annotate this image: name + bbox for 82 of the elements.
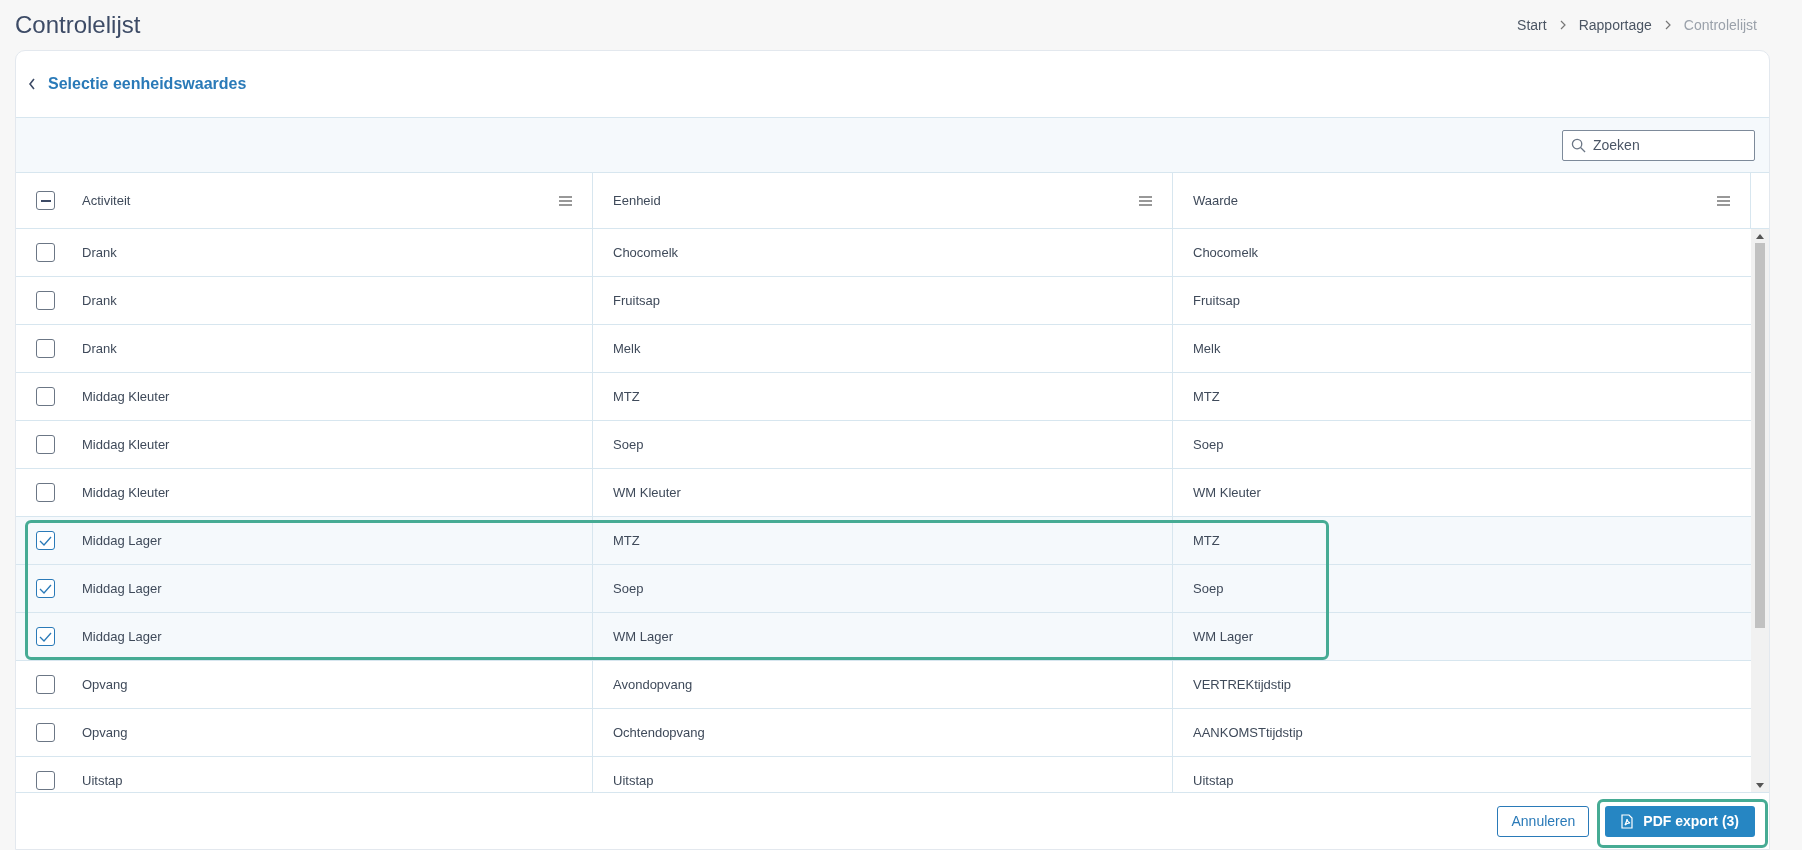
table-cell-text: WM Lager	[613, 627, 673, 646]
table-row[interactable]: Middag Kleuter Soep Soep	[16, 421, 1751, 469]
chevron-right-icon	[1663, 20, 1672, 30]
table-cell-text: Chocomelk	[1193, 243, 1259, 262]
column-header[interactable]: Waarde	[1193, 190, 1239, 211]
table-cell-text: Opvang	[82, 675, 128, 694]
checkbox[interactable]	[36, 531, 55, 550]
checkbox[interactable]	[36, 191, 55, 210]
table-cell-text: Uitstap	[613, 771, 654, 790]
table-cell-text: Fruitsap	[613, 291, 660, 310]
table-row[interactable]: Middag Lager MTZ MTZ	[16, 517, 1751, 565]
table-cell-text: Ochtendopvang	[613, 723, 705, 742]
table-row[interactable]: Opvang Ochtendopvang AANKOMSTtijdstip	[16, 709, 1751, 757]
cancel-button[interactable]: Annuleren	[1497, 805, 1590, 837]
chevron-right-icon	[1558, 20, 1567, 30]
table-cell-text: Fruitsap	[1193, 291, 1240, 310]
table-row[interactable]: Middag Lager WM Lager WM Lager	[16, 613, 1751, 661]
table-cell-text: Soep	[1193, 435, 1224, 454]
checkbox[interactable]	[36, 387, 55, 406]
scrollbar[interactable]	[1751, 229, 1769, 792]
table-cell-text: MTZ	[613, 531, 640, 550]
table-row[interactable]: Middag Kleuter MTZ MTZ	[16, 373, 1751, 421]
table-cell-text: Melk	[613, 339, 641, 358]
checkbox[interactable]	[36, 435, 55, 454]
table-row[interactable]: Drank Fruitsap Fruitsap	[16, 277, 1751, 325]
table-cell-text: Middag Kleuter	[82, 387, 170, 406]
checkbox[interactable]	[36, 771, 55, 790]
table-row[interactable]: Middag Lager Soep Soep	[16, 565, 1751, 613]
column-header[interactable]: Activiteit	[82, 190, 131, 211]
search-field[interactable]: Zoeken	[1562, 129, 1755, 161]
table-cell-text: WM Kleuter	[1193, 483, 1261, 502]
checkbox[interactable]	[36, 483, 55, 502]
menu-icon[interactable]	[1139, 195, 1152, 206]
table-cell-text: MTZ	[1193, 387, 1220, 406]
table-cell-text: Soep	[1193, 579, 1224, 598]
table-cell-text: Middag Lager	[82, 531, 162, 550]
table-cell-text: Middag Kleuter	[82, 435, 170, 454]
checkbox[interactable]	[36, 243, 55, 262]
export-button[interactable]: PDF export (3)	[1605, 805, 1755, 837]
checkbox[interactable]	[36, 579, 55, 598]
table-cell-text: Chocomelk	[613, 243, 679, 262]
table-cell-text: WM Kleuter	[613, 483, 681, 502]
back-link[interactable]: Selectie eenheidswaardes	[26, 72, 249, 96]
table-cell-text: Opvang	[82, 723, 128, 742]
scrollbar-thumb[interactable]	[1755, 243, 1765, 628]
scroll-up-arrow-icon[interactable]	[1756, 233, 1764, 239]
checkbox[interactable]	[36, 291, 55, 310]
table-row[interactable]: Drank Chocomelk Chocomelk	[16, 229, 1751, 277]
breadcrumb-link[interactable]: Start	[1517, 14, 1547, 36]
checkbox[interactable]	[36, 339, 55, 358]
table-cell-text: MTZ	[1193, 531, 1220, 550]
breadcrumb-link[interactable]: Rapportage	[1578, 14, 1652, 36]
table-cell-text: Drank	[82, 291, 117, 310]
table-cell-text: MTZ	[613, 387, 640, 406]
checkbox[interactable]	[36, 675, 55, 694]
table-row[interactable]: Middag Kleuter WM Kleuter WM Kleuter	[16, 469, 1751, 517]
chevron-left-icon	[28, 78, 36, 90]
table-cell-text: Soep	[613, 435, 644, 454]
scroll-down-arrow-icon[interactable]	[1756, 782, 1764, 788]
table-cell-text: Uitstap	[1193, 771, 1234, 790]
checkbox[interactable]	[36, 723, 55, 742]
column-header[interactable]: Eenheid	[613, 190, 661, 211]
table-cell-text: Melk	[1193, 339, 1221, 358]
table-cell-text: Middag Lager	[82, 627, 162, 646]
table-cell-text: AANKOMSTtijdstip	[1193, 723, 1303, 742]
table-cell-text: Drank	[82, 339, 117, 358]
pdf-file-icon	[1621, 813, 1634, 829]
table-row[interactable]: Drank Melk Melk	[16, 325, 1751, 373]
menu-icon[interactable]	[1717, 195, 1730, 206]
table-cell-text: Avondopvang	[613, 675, 693, 694]
table-cell-text: Middag Lager	[82, 579, 162, 598]
table-row[interactable]: Opvang Avondopvang VERTREKtijdstip	[16, 661, 1751, 709]
page-title: Controlelijst	[15, 10, 141, 40]
search-icon	[1571, 137, 1586, 153]
checkbox[interactable]	[36, 627, 55, 646]
table-cell-text: VERTREKtijdstip	[1193, 675, 1291, 694]
table-cell-text: WM Lager	[1193, 627, 1253, 646]
menu-icon[interactable]	[559, 195, 572, 206]
table-cell-text: Middag Kleuter	[82, 483, 170, 502]
table-cell-text: Drank	[82, 243, 117, 262]
table-cell-text: Uitstap	[82, 771, 123, 790]
table-cell-text: Soep	[613, 579, 644, 598]
